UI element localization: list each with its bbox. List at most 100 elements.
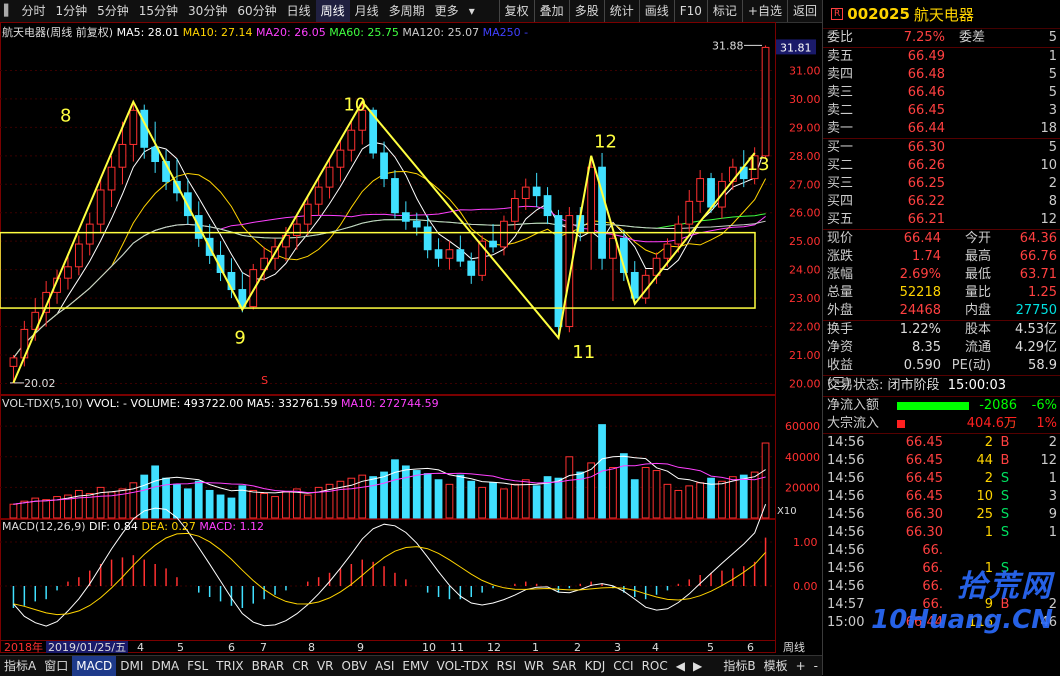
buy-row: 买一 66.30 5	[823, 139, 1060, 157]
date-axis-label: 1	[532, 641, 539, 653]
more-chevron-icon[interactable]: ▾	[464, 0, 480, 22]
menu-icon[interactable]: ▌	[0, 0, 16, 22]
indicator-tab-17[interactable]: KDJ	[581, 656, 610, 676]
trade-row: 14:56 66.30 25 S 9	[823, 506, 1060, 524]
trade-status: 交易状态: 闭市阶段 15:00:03	[823, 375, 1060, 396]
indicator-tab-19[interactable]: ROC	[638, 656, 672, 676]
main-legend-item: MA5: 28.01	[117, 26, 183, 39]
volume-bar	[227, 497, 236, 519]
date-axis-label: 4	[652, 641, 659, 653]
trade-row: 14:56 66. 1 S	[823, 560, 1060, 578]
period-tab-4[interactable]: 30分钟	[183, 0, 232, 22]
volume-bar	[173, 483, 181, 519]
indicator-tab-12[interactable]: EMV	[398, 656, 432, 676]
candle-body	[129, 109, 138, 145]
candle-body	[96, 189, 105, 225]
indicator-tab-15[interactable]: WR	[520, 656, 548, 676]
flow-value: 404.6万	[966, 416, 1017, 431]
weibi-value: 7.25%	[903, 30, 945, 45]
period-tab-3[interactable]: 15分钟	[134, 0, 183, 22]
bottom-action-3[interactable]: -	[810, 656, 822, 676]
period-tab-9[interactable]: 多周期	[384, 0, 430, 22]
indicator-tab-9[interactable]: VR	[313, 656, 338, 676]
quote-label-a: 现价	[827, 231, 854, 246]
macd-legend-title: MACD(12,26,9)	[2, 520, 89, 533]
trade-row: 14:56 66.	[823, 578, 1060, 596]
indicator-tab-18[interactable]: CCI	[609, 656, 637, 676]
quote-value-b: 66.76	[1019, 249, 1057, 264]
quote-label-b: 最低	[964, 267, 991, 282]
date-axis-label: 5	[707, 641, 714, 653]
main-legend-item: MA250 -	[483, 26, 529, 39]
tabs-scroll-right-icon[interactable]: ▶	[689, 656, 706, 676]
indicator-tab-8[interactable]: CR	[288, 656, 313, 676]
indicator-tabs: 指标A 窗口 MACD DMI DMA FSL TRIX BRAR CR VR OBV ASI EMV V…	[0, 655, 822, 676]
period-tab-0[interactable]: 分时	[16, 0, 50, 22]
quote-value-b: 27750	[1015, 303, 1057, 318]
candle-body	[9, 357, 18, 367]
price-tick-label: 20.00	[789, 377, 821, 390]
bottom-action-2[interactable]: +	[792, 656, 810, 676]
period-label: 周线	[783, 640, 805, 653]
toolbar-action-7[interactable]: +自选	[741, 0, 787, 22]
tabs-scroll-left-icon[interactable]: ◀	[672, 656, 689, 676]
indicator-tab-5[interactable]: FSL	[183, 656, 212, 676]
trade-row: 14:56 66.45 2 B 2	[823, 434, 1060, 452]
indicator-tab-11[interactable]: ASI	[371, 656, 398, 676]
candle-body	[609, 237, 617, 259]
toolbar-action-2[interactable]: 多股	[568, 0, 604, 22]
indicator-tab-4[interactable]: DMA	[147, 656, 183, 676]
indicator-tab-14[interactable]: RSI	[493, 656, 521, 676]
period-tab-8[interactable]: 月线	[350, 0, 384, 22]
indicator-tab-3[interactable]: DMI	[116, 656, 147, 676]
volume-bar	[423, 473, 432, 519]
buy-volume: 2	[1048, 176, 1057, 191]
toolbar-action-5[interactable]: F10	[673, 0, 707, 22]
indicator-tab-2[interactable]: MACD	[72, 656, 117, 676]
indicator-tab-7[interactable]: BRAR	[248, 656, 289, 676]
sell-price: 66.44	[907, 121, 945, 136]
indicator-tab-16[interactable]: SAR	[548, 656, 580, 676]
price-tick-label: 26.00	[789, 207, 821, 220]
flow-label: 大宗流入	[827, 416, 880, 431]
price-tick-label: 22.00	[789, 321, 821, 334]
candle-body	[118, 143, 127, 168]
wave-annotation: 10	[343, 94, 366, 115]
trade-price: 66.30	[905, 525, 943, 540]
toolbar-action-6[interactable]: 标记	[706, 0, 742, 22]
period-toolbar: ▌ 分时 1分钟 5分钟 15分钟 30分钟 60分钟 日线 周线 月线 多周期 更多 ▾ 复权 叠加 多股统…	[0, 0, 822, 23]
toolbar-action-8[interactable]: 返回	[786, 0, 822, 22]
indicator-tab-10[interactable]: OBV	[338, 656, 372, 676]
trade-volume: 1	[984, 561, 993, 576]
price-tick-label: 30.00	[789, 93, 821, 106]
finance-value-a: 1.22%	[899, 322, 941, 337]
date-axis-label: 5	[177, 641, 184, 653]
bottom-action-1[interactable]: 模板	[760, 656, 792, 676]
toolbar-action-3[interactable]: 统计	[603, 0, 639, 22]
period-tab-6[interactable]: 日线	[282, 0, 316, 22]
finance-label-a: 收益(三)	[827, 358, 854, 391]
quote-row: 涨跌 1.74 最高 66.76	[823, 248, 1060, 266]
candle-body	[85, 223, 94, 245]
candle-body	[74, 243, 83, 268]
indicator-tab-13[interactable]: VOL-TDX	[433, 656, 493, 676]
period-tab-10[interactable]: 更多	[430, 0, 464, 22]
bottom-action-0[interactable]: 指标B	[719, 656, 759, 676]
candle-body	[423, 226, 432, 251]
period-tab-1[interactable]: 1分钟	[50, 0, 92, 22]
trade-count: 1	[1048, 525, 1057, 540]
toolbar-action-0[interactable]: 复权	[498, 0, 534, 22]
quote-value-a: 52218	[899, 285, 941, 300]
indicator-tab-0[interactable]: 指标A	[0, 656, 40, 676]
period-tab-5[interactable]: 60分钟	[232, 0, 281, 22]
toolbar-action-1[interactable]: 叠加	[533, 0, 569, 22]
indicator-tab-1[interactable]: 窗口	[40, 656, 72, 676]
flow-bar	[897, 402, 969, 410]
period-tab-2[interactable]: 5分钟	[92, 0, 134, 22]
volume-bar	[478, 486, 487, 519]
candle-body	[500, 220, 508, 248]
period-tab-7[interactable]: 周线	[315, 0, 350, 22]
indicator-tab-6[interactable]: TRIX	[212, 656, 247, 676]
stock-header: R 002025 航天电器	[823, 0, 1060, 29]
toolbar-action-4[interactable]: 画线	[638, 0, 674, 22]
